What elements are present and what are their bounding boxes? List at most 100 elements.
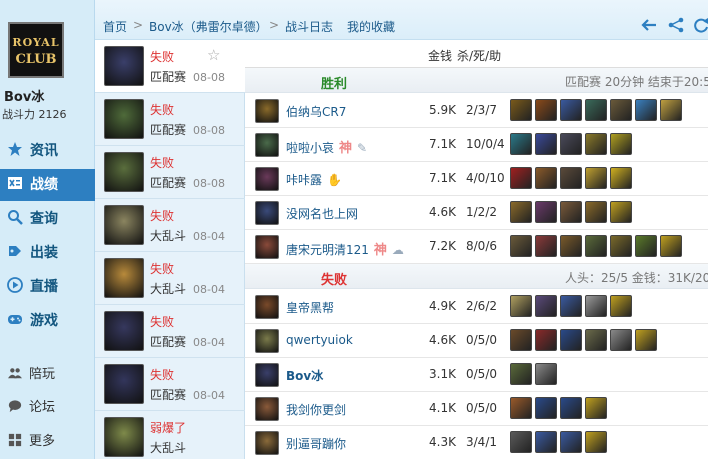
match-item[interactable]: 失败 大乱斗 08-04 [95, 199, 245, 252]
item-icon[interactable] [510, 167, 532, 189]
player-name[interactable]: 我剑你更剑 [286, 401, 346, 418]
item-icon[interactable] [585, 329, 607, 351]
item-icon[interactable] [535, 133, 557, 155]
item-icon[interactable] [560, 133, 582, 155]
item-icon[interactable] [510, 295, 532, 317]
item-icon[interactable] [585, 99, 607, 121]
player-row[interactable]: Bov冰 3.1K 0/5/0 [245, 358, 708, 392]
item-icon[interactable] [510, 397, 532, 419]
nav-records[interactable]: 战绩 [0, 169, 95, 201]
nav-more[interactable]: 更多 [0, 429, 95, 455]
item-icon[interactable] [560, 397, 582, 419]
item-icon[interactable] [560, 201, 582, 223]
item-icon[interactable] [510, 99, 532, 121]
match-mode: 大乱斗 [150, 441, 187, 455]
share-icon[interactable] [668, 17, 684, 33]
item-icon[interactable] [585, 167, 607, 189]
item-icon[interactable] [560, 167, 582, 189]
player-row[interactable]: 我剑你更剑 4.1K 0/5/0 [245, 392, 708, 426]
item-icon[interactable] [585, 295, 607, 317]
item-list [510, 167, 635, 191]
item-icon[interactable] [635, 99, 657, 121]
nav-news[interactable]: 资讯 [0, 135, 95, 167]
match-item[interactable]: 失败 匹配赛 08-04 [95, 305, 245, 358]
player-kda: 0/5/0 [466, 367, 497, 381]
team-win-header: 胜利 匹配赛 20分钟 结束于20:5 [245, 68, 708, 93]
item-icon[interactable] [535, 235, 557, 257]
player-name[interactable]: 没网名也上网 [286, 205, 358, 222]
nav-forum[interactable]: 论坛 [0, 395, 95, 421]
player-name[interactable]: Bov冰 [286, 367, 323, 384]
crumb-player[interactable]: Bov冰（弗雷尔卓德） [149, 18, 268, 35]
player-row[interactable]: 咔咔露 ✋ 7.1K 4/0/10 [245, 162, 708, 196]
item-icon[interactable] [610, 167, 632, 189]
player-name[interactable]: 伯纳乌CR7 [286, 103, 346, 120]
player-name[interactable]: qwertyuiok [286, 333, 353, 347]
nav-search[interactable]: 查询 [0, 203, 95, 235]
player-row[interactable]: 别逼哥蹦你 4.3K 3/4/1 [245, 426, 708, 459]
item-icon[interactable] [560, 99, 582, 121]
crumb-battle-log[interactable]: 战斗日志 [285, 18, 333, 35]
player-row[interactable]: qwertyuiok 4.6K 0/5/0 [245, 324, 708, 358]
item-icon[interactable] [510, 431, 532, 453]
player-name[interactable]: 唐宋元明清121 神 ☁ [286, 239, 404, 258]
item-icon[interactable] [585, 201, 607, 223]
match-item[interactable]: 失败 匹配赛 08-04 [95, 358, 245, 411]
item-icon[interactable] [660, 99, 682, 121]
crumb-home[interactable]: 首页 [103, 18, 127, 35]
item-icon[interactable] [610, 133, 632, 155]
nav-live[interactable]: 直播 [0, 271, 95, 303]
item-icon[interactable] [535, 99, 557, 121]
club-logo: ROYAL CLUB [8, 22, 64, 78]
item-icon[interactable] [560, 235, 582, 257]
item-icon[interactable] [510, 235, 532, 257]
player-row[interactable]: 皇帝黑帮 4.9K 2/6/2 [245, 290, 708, 324]
item-icon[interactable] [635, 329, 657, 351]
item-icon[interactable] [610, 201, 632, 223]
item-icon[interactable] [535, 329, 557, 351]
star-icon[interactable]: ☆ [207, 46, 220, 64]
item-icon[interactable] [585, 133, 607, 155]
item-icon[interactable] [610, 295, 632, 317]
item-icon[interactable] [535, 431, 557, 453]
player-row[interactable]: 啦啦小哀神 ✎ 7.1K 10/0/4 [245, 128, 708, 162]
match-item[interactable]: 弱爆了 大乱斗 [95, 411, 245, 459]
player-row[interactable]: 伯纳乌CR7 5.9K 2/3/7 [245, 94, 708, 128]
item-icon[interactable] [560, 295, 582, 317]
item-icon[interactable] [510, 329, 532, 351]
item-icon[interactable] [535, 295, 557, 317]
item-icon[interactable] [560, 431, 582, 453]
nav-companion[interactable]: 陪玩 [0, 362, 95, 388]
match-item[interactable]: 失败 大乱斗 08-04 [95, 252, 245, 305]
match-item[interactable]: 失败 匹配赛 08-08 ☆ [95, 40, 245, 93]
item-icon[interactable] [535, 167, 557, 189]
nav-games[interactable]: 游戏 [0, 305, 95, 337]
back-arrow-icon[interactable] [641, 17, 657, 33]
item-icon[interactable] [610, 235, 632, 257]
player-name[interactable]: 皇帝黑帮 [286, 299, 334, 316]
item-icon[interactable] [610, 329, 632, 351]
item-icon[interactable] [585, 235, 607, 257]
item-icon[interactable] [610, 99, 632, 121]
player-row[interactable]: 没网名也上网 4.6K 1/2/2 [245, 196, 708, 230]
player-name[interactable]: 咔咔露 ✋ [286, 171, 342, 188]
nav-equip[interactable]: 出装 [0, 237, 95, 269]
item-icon[interactable] [585, 397, 607, 419]
match-item[interactable]: 失败 匹配赛 08-08 [95, 146, 245, 199]
item-icon[interactable] [535, 363, 557, 385]
player-row[interactable]: 唐宋元明清121 神 ☁ 7.2K 8/0/6 [245, 230, 708, 264]
item-icon[interactable] [585, 431, 607, 453]
item-icon[interactable] [510, 201, 532, 223]
item-icon[interactable] [510, 363, 532, 385]
crumb-favorites[interactable]: 我的收藏 [347, 18, 395, 35]
item-icon[interactable] [510, 133, 532, 155]
item-icon[interactable] [535, 397, 557, 419]
item-icon[interactable] [535, 201, 557, 223]
match-item[interactable]: 失败 匹配赛 08-08 [95, 93, 245, 146]
player-name[interactable]: 啦啦小哀神 ✎ [286, 137, 367, 156]
item-icon[interactable] [660, 235, 682, 257]
item-icon[interactable] [635, 235, 657, 257]
item-icon[interactable] [560, 329, 582, 351]
player-name[interactable]: 别逼哥蹦你 [286, 435, 346, 452]
refresh-icon[interactable] [693, 17, 708, 33]
